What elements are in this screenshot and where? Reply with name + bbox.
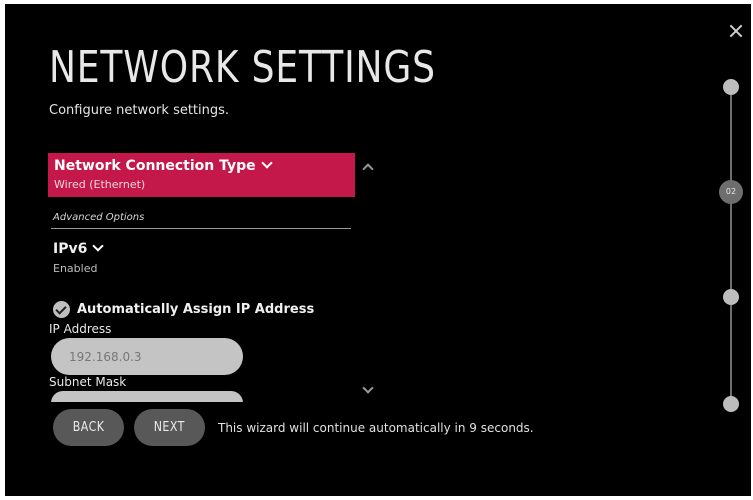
subnet-mask-input[interactable]: [51, 391, 243, 402]
progress-step-current: 02: [719, 180, 743, 204]
progress-step-3: [723, 289, 739, 305]
progress-track: [730, 86, 732, 404]
next-button[interactable]: NEXT: [134, 409, 205, 446]
progress-step-1: [723, 79, 739, 95]
tv-screen: NETWORK SETTINGS Configure network setti…: [5, 4, 751, 496]
next-button-label: NEXT: [153, 420, 186, 435]
progress-step-4: [723, 396, 739, 412]
back-button[interactable]: BACK: [53, 409, 124, 446]
auto-continue-message: This wizard will continue automatically …: [218, 421, 534, 435]
subnet-clip: [5, 4, 751, 402]
back-button-label: BACK: [72, 420, 105, 435]
